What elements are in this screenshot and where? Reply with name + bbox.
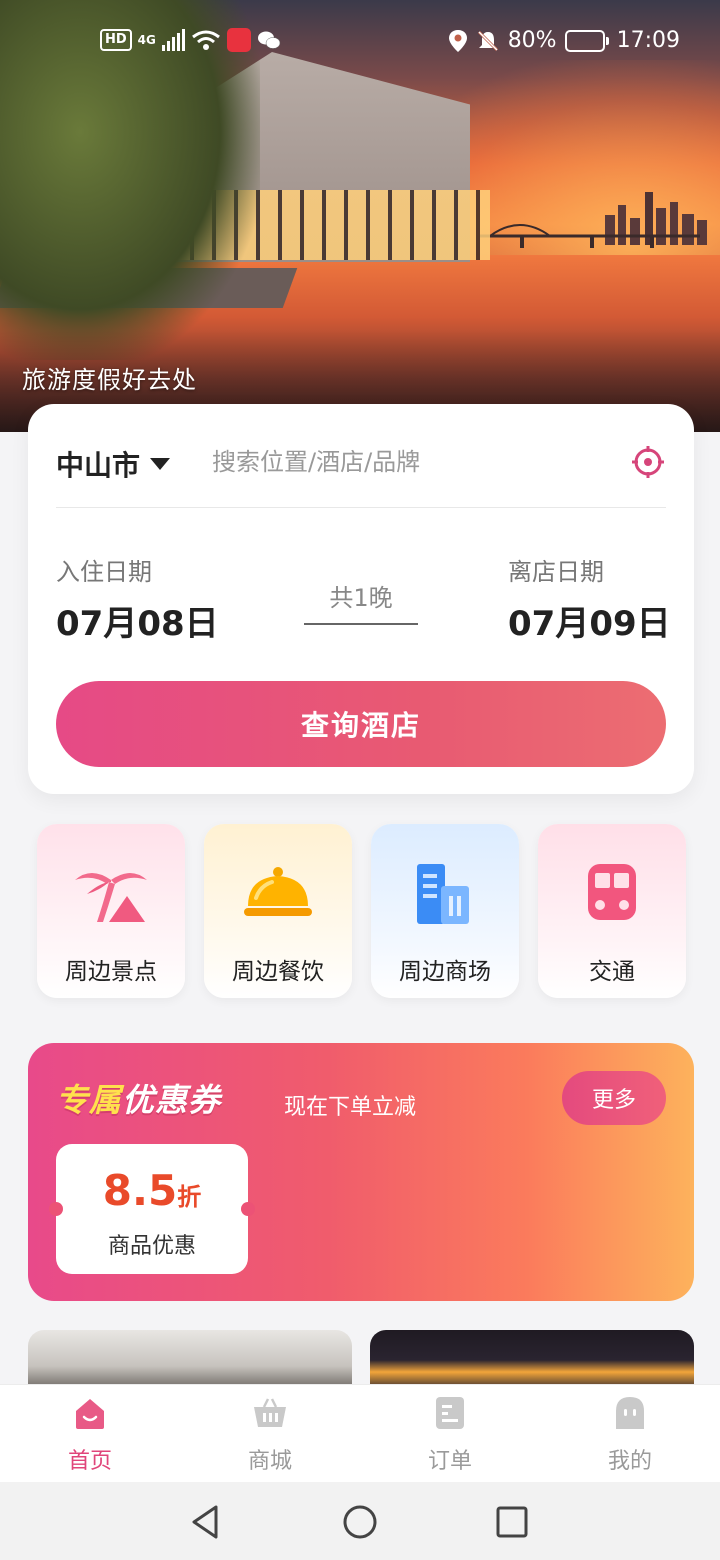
status-left: HD 4G <box>100 28 281 52</box>
bridge <box>480 224 700 248</box>
coupon-description: 商品优惠 <box>107 1234 196 1259</box>
city-name: 中山市 <box>56 449 141 482</box>
checkin-date[interactable]: 07月08日 <box>56 596 219 645</box>
clock: 17:09 <box>616 28 680 53</box>
checkout-date[interactable]: 07月09日 <box>508 596 671 645</box>
screen: 旅游度假好去处 HD 4G 80% 17:09 中山市 搜索位置/酒店/品牌 入… <box>0 0 720 1560</box>
basket-icon <box>254 1398 286 1427</box>
divider <box>56 507 666 508</box>
category-malls[interactable]: 周边商场 <box>371 824 519 998</box>
building-icon <box>417 864 469 924</box>
home-icon <box>76 1399 104 1429</box>
checkout-label: 离店日期 <box>508 558 604 586</box>
wechat-icon <box>257 31 281 49</box>
tab-label: 商城 <box>247 1449 292 1474</box>
system-nav-bar <box>0 1482 720 1560</box>
locate-icon[interactable] <box>630 444 666 480</box>
category-dining[interactable]: 周边餐饮 <box>204 824 352 998</box>
city-selector[interactable]: 中山市 <box>56 444 171 484</box>
huawei-app-icon <box>226 28 251 52</box>
discount-number: 8.5 <box>102 1166 178 1215</box>
checkin-label: 入住日期 <box>56 558 152 586</box>
battery-icon <box>564 29 609 52</box>
train-icon <box>588 864 636 920</box>
food-cloche-icon <box>244 867 312 916</box>
coupon-title-part-b: 优惠券 <box>122 1081 222 1119</box>
tab-label: 首页 <box>67 1449 112 1474</box>
status-right: 80% 17:09 <box>448 28 680 53</box>
caret-down-icon <box>150 458 171 470</box>
category-transport[interactable]: 交通 <box>538 824 686 998</box>
hotel-card-image[interactable] <box>370 1330 694 1390</box>
profile-icon <box>616 1397 644 1429</box>
category-attractions[interactable]: 周边景点 <box>37 824 185 998</box>
coupon-value: 8.5折 <box>56 1166 248 1215</box>
mute-bell-icon <box>477 30 498 51</box>
recents-icon[interactable] <box>492 1502 532 1542</box>
hd-icon: HD <box>100 29 132 51</box>
back-icon[interactable] <box>186 1502 226 1542</box>
tab-home[interactable]: 首页 <box>0 1385 180 1483</box>
tab-orders[interactable]: 订单 <box>360 1385 540 1483</box>
coupon-ticket[interactable]: 8.5折 商品优惠 <box>49 1144 255 1274</box>
tab-label: 我的 <box>607 1449 652 1474</box>
hotel-search-card: 中山市 入住日期 07月08日 共1晚 离店日期 07月09日 查询酒店 <box>28 404 694 794</box>
category-label: 周边景点 <box>65 959 157 985</box>
order-icon <box>436 1397 464 1429</box>
hero-caption: 旅游度假好去处 <box>22 366 197 394</box>
coupon-subtitle: 现在下单立减 <box>284 1095 417 1120</box>
coupon-title: 专属优惠券 <box>56 1075 221 1121</box>
tab-profile[interactable]: 我的 <box>540 1385 720 1483</box>
search-hotel-button[interactable]: 查询酒店 <box>56 681 666 767</box>
category-label: 交通 <box>589 959 635 985</box>
wifi-icon <box>191 30 220 50</box>
hotel-card-image[interactable] <box>28 1330 352 1390</box>
home-circle-icon[interactable] <box>340 1502 380 1542</box>
palm-tree-icon <box>75 873 147 922</box>
tab-label: 订单 <box>427 1449 472 1474</box>
network-type: 4G <box>137 33 156 47</box>
tab-mall[interactable]: 商城 <box>180 1385 360 1483</box>
more-button[interactable]: 更多 <box>562 1071 666 1125</box>
coupon-banner[interactable]: 专属优惠券 现在下单立减 更多 8.5折 商品优惠 <box>28 1043 694 1301</box>
battery-percent: 80% <box>507 28 557 53</box>
discount-unit: 折 <box>177 1183 202 1211</box>
bottom-tab-bar: 首页 商城 订单 我的 <box>0 1384 720 1482</box>
nights-count: 共1晚 <box>304 578 418 625</box>
category-label: 周边餐饮 <box>232 959 324 985</box>
search-input[interactable] <box>212 440 592 484</box>
signal-icon <box>161 29 185 51</box>
coupon-title-part-a: 专属 <box>56 1081 123 1119</box>
category-label: 周边商场 <box>399 959 491 985</box>
status-bar: HD 4G 80% 17:09 <box>0 0 720 86</box>
location-icon <box>448 29 467 52</box>
